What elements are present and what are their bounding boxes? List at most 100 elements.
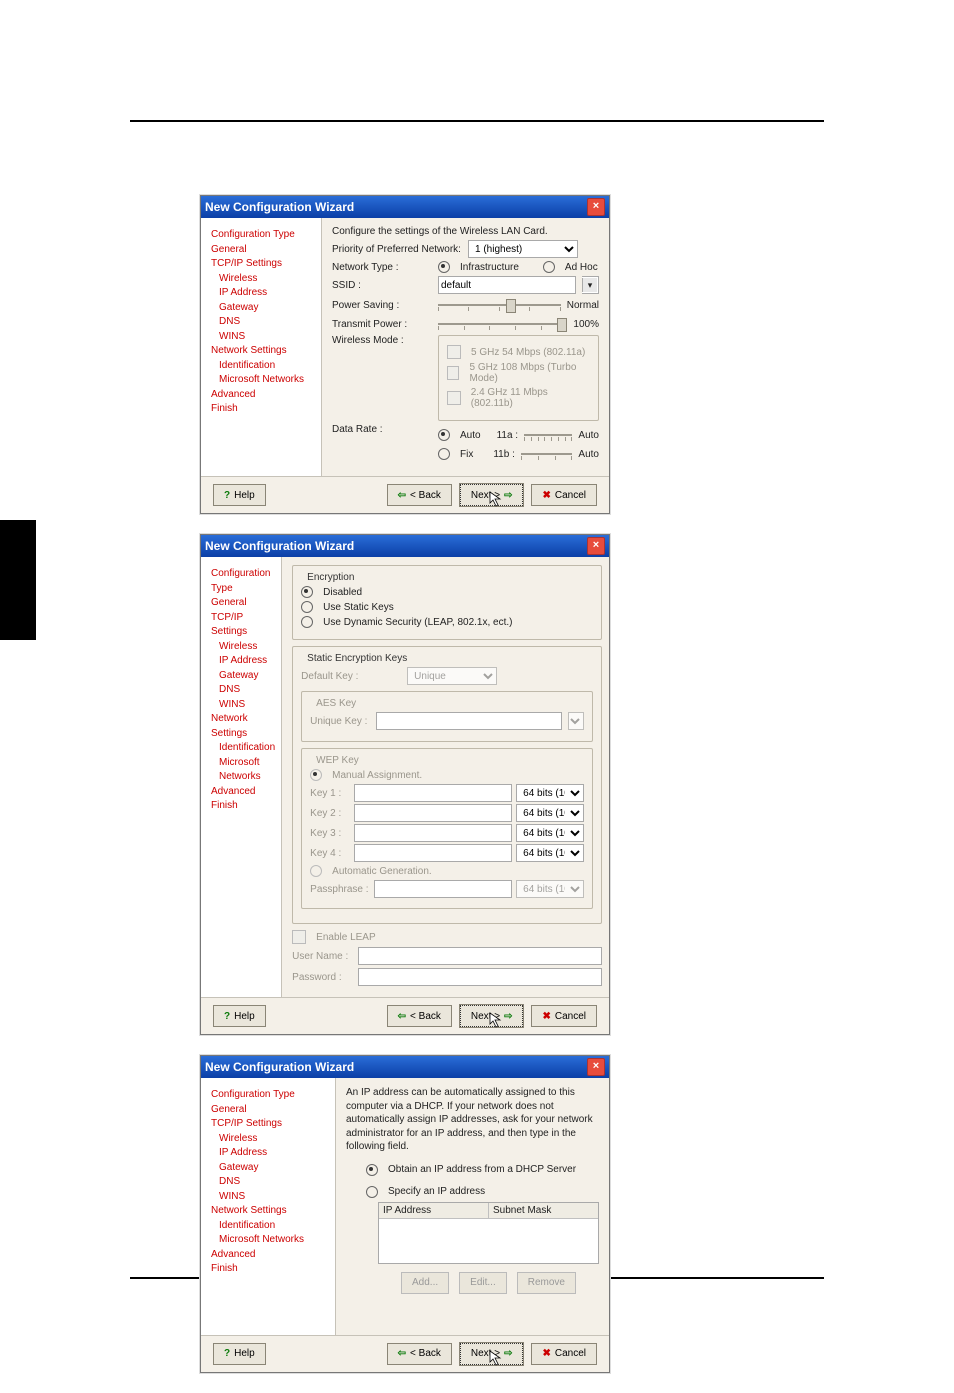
button-bar: ?Help ⇦< Back Next >⇨ ✖Cancel (201, 1335, 609, 1372)
sidebar-item[interactable]: Microsoft Networks (211, 756, 275, 785)
wizard-sidebar: Configuration Type General TCP/IP Settin… (201, 1078, 336, 1335)
close-icon[interactable]: × (587, 198, 605, 216)
close-icon[interactable]: × (587, 537, 605, 555)
arrow-right-icon: ⇨ (504, 490, 512, 501)
radio-static[interactable] (301, 601, 313, 613)
next-button[interactable]: Next >⇨ (460, 1005, 524, 1027)
radio-label: Use Static Keys (323, 602, 394, 613)
sidebar-item[interactable]: General (211, 1103, 329, 1118)
sidebar-item[interactable]: IP Address (211, 1146, 329, 1161)
key1-label: Key 1 : (310, 788, 350, 799)
sidebar-item[interactable]: IP Address (211, 654, 275, 669)
radio-dhcp[interactable] (366, 1164, 378, 1176)
sidebar-item[interactable]: Advanced (211, 1248, 329, 1263)
passphrase-input (374, 880, 512, 898)
network-type-label: Network Type : (332, 262, 432, 273)
aes-legend: AES Key (312, 698, 360, 709)
sidebar-item[interactable]: Wireless (211, 272, 315, 287)
radio-manual (310, 769, 322, 781)
ip-list[interactable]: IP Address Subnet Mask (378, 1202, 599, 1264)
transmit-value: 100% (573, 319, 599, 330)
cancel-icon: ✖ (542, 1348, 550, 1359)
cancel-button[interactable]: ✖Cancel (531, 484, 597, 506)
leap-label: Enable LEAP (316, 932, 376, 943)
dropdown-icon[interactable]: ▾ (582, 278, 597, 292)
radio-auto[interactable] (438, 429, 450, 441)
sidebar-item[interactable]: Finish (211, 1262, 329, 1277)
key1-bits[interactable]: 64 bits (10 (516, 784, 584, 802)
radio-specify[interactable] (366, 1186, 378, 1198)
power-slider[interactable] (438, 297, 561, 313)
next-button[interactable]: Next >⇨ (460, 1343, 524, 1365)
sidebar-item[interactable]: Microsoft Networks (211, 373, 315, 388)
sidebar-item[interactable]: General (211, 243, 315, 258)
sidebar-item[interactable]: DNS (211, 683, 275, 698)
sidebar-item[interactable]: TCP/IP Settings (211, 257, 315, 272)
sidebar-item[interactable]: Gateway (211, 1161, 329, 1176)
ssid-input[interactable] (438, 276, 576, 294)
sidebar-item[interactable]: Identification (211, 1219, 329, 1234)
sidebar-item[interactable]: Network Settings (211, 1204, 329, 1219)
sidebar-item[interactable]: Identification (211, 741, 275, 756)
help-button[interactable]: ?Help (213, 484, 266, 506)
sidebar-item[interactable]: Finish (211, 799, 275, 814)
help-icon: ? (224, 1348, 230, 1359)
sidebar-item[interactable]: Wireless (211, 1132, 329, 1147)
sidebar-item[interactable]: Network Settings (211, 712, 275, 741)
ssid-label: SSID : (332, 280, 432, 291)
sidebar-item[interactable]: Gateway (211, 301, 315, 316)
cancel-button[interactable]: ✖Cancel (531, 1343, 597, 1365)
pass-label: Password : (292, 972, 352, 983)
radio-adhoc[interactable] (543, 261, 555, 273)
sidebar-item[interactable]: TCP/IP Settings (211, 611, 275, 640)
rate11a-value: Auto (578, 430, 599, 441)
sidebar-item[interactable]: Configuration Type (211, 228, 315, 243)
sidebar-item[interactable]: Network Settings (211, 344, 315, 359)
rate11a-slider[interactable] (524, 427, 572, 443)
close-icon[interactable]: × (587, 1058, 605, 1076)
sidebar-item[interactable]: Identification (211, 359, 315, 374)
help-button[interactable]: ?Help (213, 1343, 266, 1365)
wizard-sidebar: Configuration Type General TCP/IP Settin… (201, 218, 322, 476)
sidebar-item[interactable]: Advanced (211, 785, 275, 800)
sidebar-item[interactable]: IP Address (211, 286, 315, 301)
sidebar-item[interactable]: Advanced (211, 388, 315, 403)
sidebar-item[interactable]: General (211, 596, 275, 611)
data-rate-label: Data Rate : (332, 424, 432, 435)
radio-disabled[interactable] (301, 586, 313, 598)
key2-bits[interactable]: 64 bits (10 (516, 804, 584, 822)
sidebar-item[interactable]: Configuration Type (211, 567, 275, 596)
key4-label: Key 4 : (310, 848, 350, 859)
priority-select[interactable]: 1 (highest) (468, 240, 578, 258)
back-button[interactable]: ⇦< Back (387, 1343, 452, 1365)
sidebar-item[interactable]: Configuration Type (211, 1088, 329, 1103)
sidebar-item[interactable]: WINS (211, 698, 275, 713)
next-button[interactable]: Next >⇨ (460, 484, 524, 506)
help-button[interactable]: ?Help (213, 1005, 266, 1027)
radio-infrastructure[interactable] (438, 261, 450, 273)
back-button[interactable]: ⇦< Back (387, 484, 452, 506)
cancel-button[interactable]: ✖Cancel (531, 1005, 597, 1027)
sidebar-item[interactable]: WINS (211, 1190, 329, 1205)
wm1-label: 5 GHz 54 Mbps (802.11a) (471, 347, 585, 358)
sidebar-item[interactable]: TCP/IP Settings (211, 1117, 329, 1132)
sidebar-item[interactable]: Microsoft Networks (211, 1233, 329, 1248)
key3-bits[interactable]: 64 bits (10 (516, 824, 584, 842)
sidebar-item[interactable]: DNS (211, 1175, 329, 1190)
rate11b-slider[interactable] (521, 446, 573, 462)
sidebar-item[interactable]: WINS (211, 330, 315, 345)
power-value: Normal (567, 300, 599, 311)
transmit-slider[interactable] (438, 316, 567, 332)
sidebar-item[interactable]: Finish (211, 402, 315, 417)
wizard-sidebar: Configuration Type General TCP/IP Settin… (201, 557, 282, 997)
key4-bits[interactable]: 64 bits (10 (516, 844, 584, 862)
key1-input (354, 784, 512, 802)
sidebar-item[interactable]: Gateway (211, 669, 275, 684)
back-button[interactable]: ⇦< Back (387, 1005, 452, 1027)
unique-key-input (376, 712, 562, 730)
arrow-right-icon: ⇨ (504, 1011, 512, 1022)
sidebar-item[interactable]: Wireless (211, 640, 275, 655)
radio-fix[interactable] (438, 448, 450, 460)
sidebar-item[interactable]: DNS (211, 315, 315, 330)
radio-dynamic[interactable] (301, 616, 313, 628)
